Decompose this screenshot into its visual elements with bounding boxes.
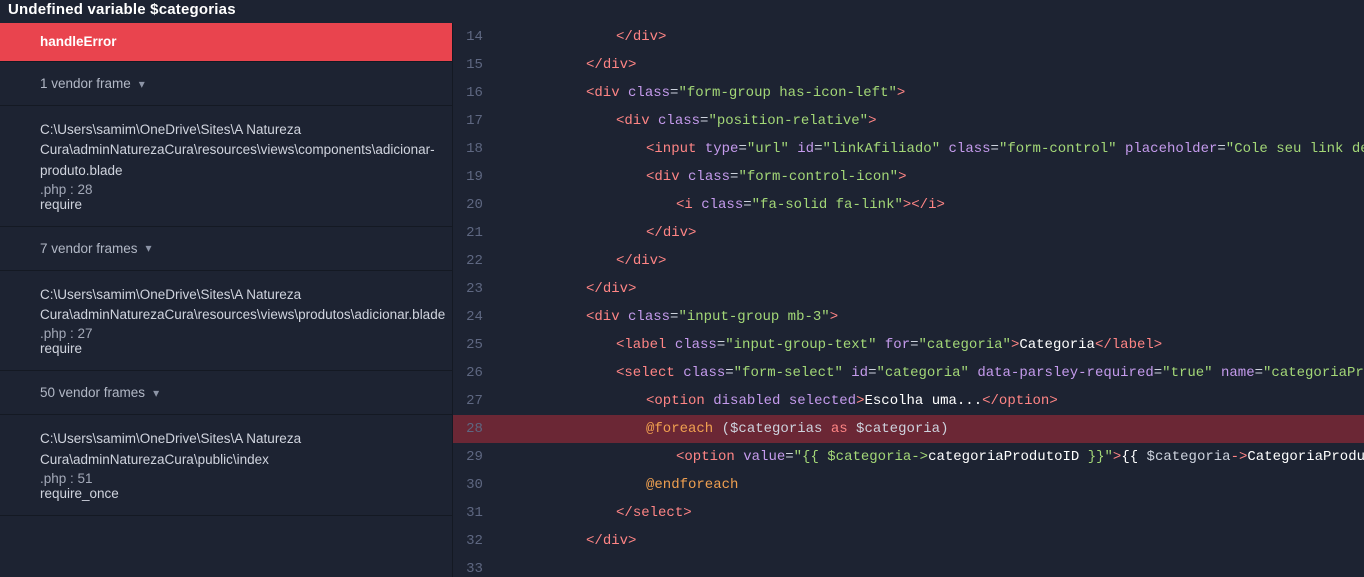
app-root: Undefined variable $categorias handleErr… bbox=[0, 0, 1364, 577]
frame-file: C:\Users\samim\OneDrive\Sites\A Natureza… bbox=[40, 429, 432, 470]
stack-frame[interactable]: C:\Users\samim\OneDrive\Sites\A Natureza… bbox=[0, 415, 452, 516]
frame-line: .php : 27 bbox=[40, 326, 93, 341]
frame-line: .php : 28 bbox=[40, 182, 93, 197]
code-lines: </div></div><div class="form-group has-i… bbox=[496, 23, 1364, 577]
vendor-frames-label: 1 vendor frame bbox=[40, 76, 131, 91]
vendor-frames-toggle[interactable]: 7 vendor frames ▾ bbox=[0, 227, 452, 271]
error-title: Undefined variable $categorias bbox=[0, 0, 1364, 23]
vendor-frames-toggle[interactable]: 50 vendor frames ▾ bbox=[0, 371, 452, 415]
code-viewer[interactable]: 1415161718192021222324252627282930313233… bbox=[452, 23, 1364, 577]
frame-file: C:\Users\samim\OneDrive\Sites\A Natureza… bbox=[40, 285, 432, 326]
stack-frame[interactable]: C:\Users\samim\OneDrive\Sites\A Natureza… bbox=[0, 271, 452, 372]
line-number-gutter: 1415161718192021222324252627282930313233 bbox=[452, 23, 496, 577]
chevron-down-icon: ▾ bbox=[139, 77, 145, 91]
frame-file: C:\Users\samim\OneDrive\Sites\A Natureza… bbox=[40, 120, 432, 181]
frame-method: require bbox=[40, 341, 432, 356]
stack-trace-sidebar[interactable]: handleError 1 vendor frame ▾ C:\Users\sa… bbox=[0, 23, 452, 577]
stack-frame[interactable]: C:\Users\samim\OneDrive\Sites\A Natureza… bbox=[0, 106, 452, 227]
chevron-down-icon: ▾ bbox=[153, 386, 159, 400]
chevron-down-icon: ▾ bbox=[146, 241, 152, 255]
vendor-frames-label: 7 vendor frames bbox=[40, 241, 138, 256]
frame-method: require bbox=[40, 197, 432, 212]
vendor-frames-label: 50 vendor frames bbox=[40, 385, 145, 400]
vendor-frames-toggle[interactable]: 1 vendor frame ▾ bbox=[0, 62, 452, 106]
frame-line: .php : 51 bbox=[40, 471, 93, 486]
main-panel: handleError 1 vendor frame ▾ C:\Users\sa… bbox=[0, 23, 1364, 577]
active-frame[interactable]: handleError bbox=[0, 23, 452, 62]
frame-method: require_once bbox=[40, 486, 432, 501]
